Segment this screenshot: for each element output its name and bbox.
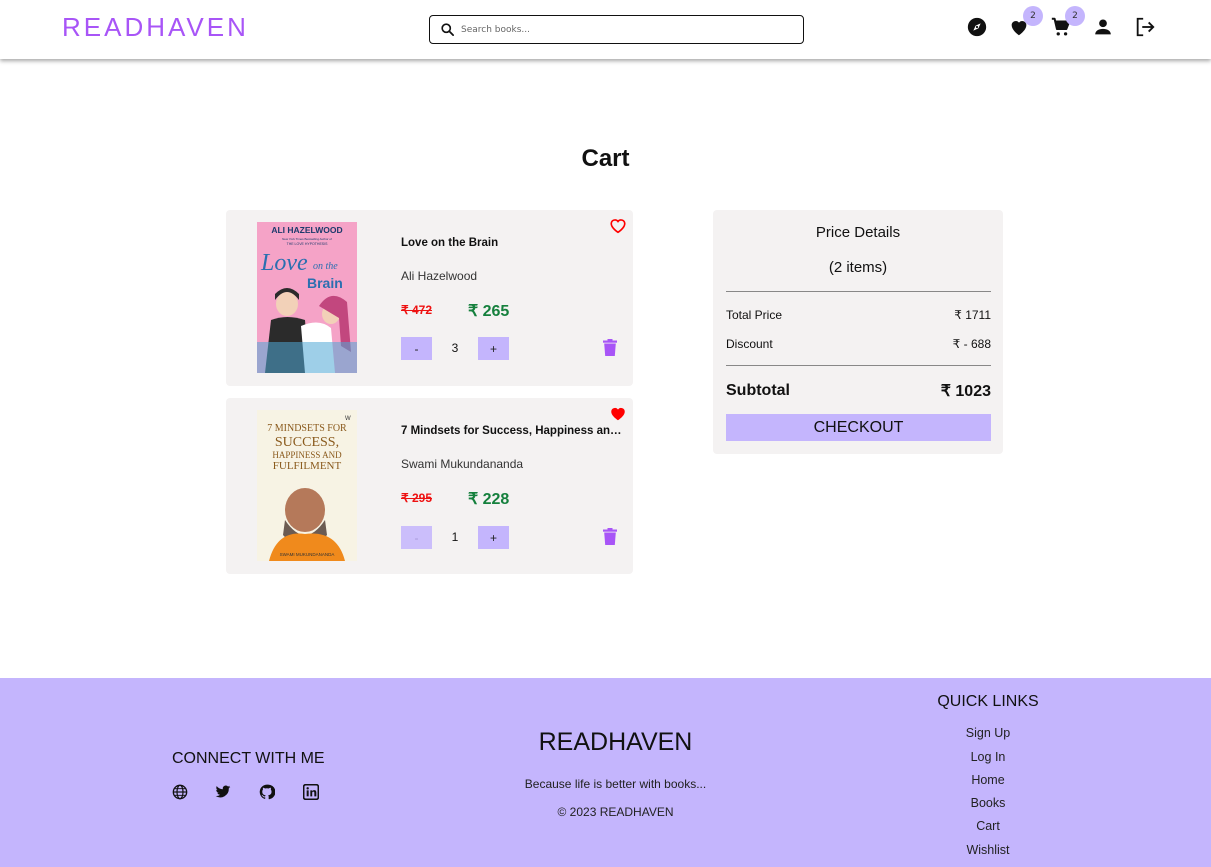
wishlist-count-badge: 2 xyxy=(1023,6,1043,26)
svg-text:Love: Love xyxy=(260,250,308,276)
discount-label: Discount xyxy=(726,337,773,351)
delete-icon[interactable] xyxy=(603,528,617,545)
cart-item: ALI HAZELWOOD New York Times Bestselling… xyxy=(226,210,633,386)
search-icon xyxy=(441,23,454,36)
book-author: Swami Mukundananda xyxy=(401,457,524,471)
svg-text:New York Times Bestselling Aut: New York Times Bestselling Author of xyxy=(282,237,332,241)
explore-icon xyxy=(967,17,987,37)
book-cover[interactable]: 7 MINDSETS FOR SUCCESS, HAPPINESS AND FU… xyxy=(257,410,357,561)
book-title[interactable]: Love on the Brain xyxy=(401,237,623,249)
svg-text:ALI HAZELWOOD: ALI HAZELWOOD xyxy=(271,225,342,235)
wishlist-heart-filled-icon[interactable] xyxy=(609,405,627,422)
discount-value: ₹ - 688 xyxy=(952,337,991,351)
footer: CONNECT WITH ME READHAVEN Because life i… xyxy=(0,678,1211,867)
svg-text:Brain: Brain xyxy=(307,275,343,291)
subtotal-value: ₹ 1023 xyxy=(940,383,991,400)
quantity-value: 1 xyxy=(451,530,459,544)
subtotal-label: Subtotal xyxy=(726,382,790,399)
discounted-price: ₹ 265 xyxy=(468,303,510,320)
divider xyxy=(726,291,991,292)
book-author: Ali Hazelwood xyxy=(401,269,478,283)
quick-links-title: QUICK LINKS xyxy=(937,693,1039,710)
search-bar[interactable] xyxy=(429,15,804,44)
logo[interactable]: READHAVEN xyxy=(62,12,249,43)
total-price-value: ₹ 1711 xyxy=(954,308,991,322)
book-cover[interactable]: ALI HAZELWOOD New York Times Bestselling… xyxy=(257,222,357,373)
divider xyxy=(726,365,991,366)
quick-link-wishlist[interactable]: Wishlist xyxy=(888,843,1088,857)
book-cover-art: 7 MINDSETS FOR SUCCESS, HAPPINESS AND FU… xyxy=(257,410,357,561)
cart-button[interactable]: 2 xyxy=(1050,6,1085,38)
quantity-value: 3 xyxy=(451,341,459,355)
svg-text:W: W xyxy=(345,416,351,422)
svg-text:7 MINDSETS FOR: 7 MINDSETS FOR xyxy=(267,423,347,434)
svg-text:SWAMI MUKUNDANANDA: SWAMI MUKUNDANANDA xyxy=(280,552,335,557)
svg-text:THE LOVE HYPOTHESIS: THE LOVE HYPOTHESIS xyxy=(287,242,329,246)
quick-link-sign-up[interactable]: Sign Up xyxy=(888,726,1088,740)
increment-button[interactable]: + xyxy=(478,526,509,549)
quick-link-cart[interactable]: Cart xyxy=(888,819,1088,833)
svg-text:on the: on the xyxy=(313,261,338,272)
logout-icon xyxy=(1136,17,1155,37)
quick-link-books[interactable]: Books xyxy=(888,796,1088,810)
svg-text:SUCCESS,: SUCCESS, xyxy=(275,435,339,450)
profile-button[interactable] xyxy=(1092,16,1114,38)
original-price: ₹ 472 xyxy=(401,303,432,317)
svg-text:HAPPINESS AND: HAPPINESS AND xyxy=(272,450,342,460)
book-title[interactable]: 7 Mindsets for Success, Happiness and Fu… xyxy=(401,425,623,437)
explore-button[interactable] xyxy=(966,16,988,38)
book-cover-art: ALI HAZELWOOD New York Times Bestselling… xyxy=(257,222,357,373)
wishlist-button[interactable]: 2 xyxy=(1008,6,1043,38)
page-title: Cart xyxy=(581,145,630,172)
decrement-button[interactable]: - xyxy=(401,337,432,360)
item-count: (2 items) xyxy=(828,259,888,276)
wishlist-heart-outline-icon[interactable] xyxy=(609,217,627,234)
logout-button[interactable] xyxy=(1134,16,1156,38)
price-details-panel: Price Details (2 items) Total Price ₹ 17… xyxy=(713,210,1003,454)
cart-item: 7 MINDSETS FOR SUCCESS, HAPPINESS AND FU… xyxy=(226,398,633,574)
original-price: ₹ 295 xyxy=(401,491,432,505)
quick-link-log-in[interactable]: Log In xyxy=(888,750,1088,764)
cart-count-badge: 2 xyxy=(1065,6,1085,26)
user-icon xyxy=(1095,19,1111,35)
total-price-label: Total Price xyxy=(726,308,783,322)
quick-link-home[interactable]: Home xyxy=(888,773,1088,787)
navbar: READHAVEN 2 2 xyxy=(0,0,1211,59)
decrement-button[interactable]: - xyxy=(401,526,432,549)
discounted-price: ₹ 228 xyxy=(468,491,510,508)
delete-icon[interactable] xyxy=(603,339,617,356)
increment-button[interactable]: + xyxy=(478,337,509,360)
checkout-button[interactable]: CHECKOUT xyxy=(726,414,991,441)
search-input[interactable] xyxy=(461,24,781,35)
svg-text:FULFILMENT: FULFILMENT xyxy=(273,460,342,472)
price-details-title: Price Details xyxy=(815,224,901,241)
